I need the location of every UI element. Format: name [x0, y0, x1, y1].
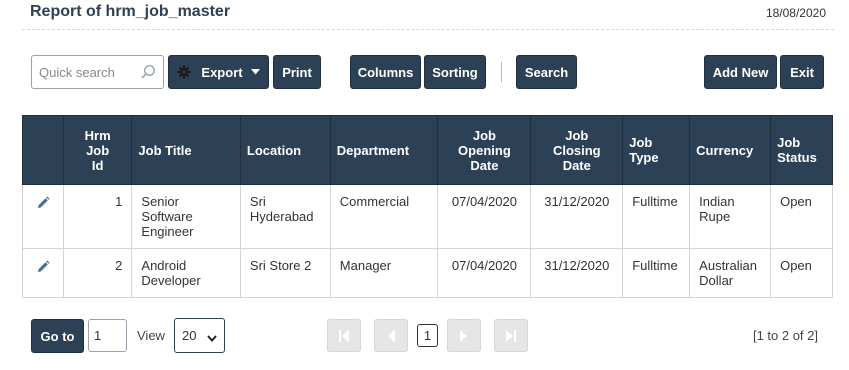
search-placeholder: Quick search	[39, 65, 115, 80]
export-button[interactable]: Export	[168, 55, 269, 89]
column-header-closing-date[interactable]: Job Closing Date	[530, 115, 624, 185]
report-header: Report of hrm_job_master 18/08/2020	[22, 0, 834, 30]
column-header-edit	[22, 115, 64, 185]
cell-location: Sri Hyderabad	[239, 184, 331, 249]
export-label: Export	[201, 64, 243, 80]
column-header-job-id[interactable]: Hrm Job Id	[62, 115, 133, 185]
page-title: Report of hrm_job_master	[30, 3, 231, 20]
cell-job-id: 1	[62, 184, 133, 249]
cell-currency: Indian Rupe	[689, 184, 772, 249]
search-icon[interactable]	[140, 64, 156, 85]
add-new-button[interactable]: Add New	[704, 55, 777, 89]
column-header-job-title[interactable]: Job Title	[131, 115, 241, 185]
caret-down-icon	[250, 69, 260, 75]
cell-job-type: Fulltime	[622, 248, 691, 298]
next-page-button[interactable]	[447, 319, 481, 352]
table-row: 2 Android Developer Sri Store 2 Manager 0…	[22, 248, 833, 298]
column-header-job-status[interactable]: Job Status	[770, 115, 833, 185]
search-button[interactable]: Search	[516, 55, 577, 89]
exit-button[interactable]: Exit	[780, 55, 824, 89]
previous-page-button[interactable]	[374, 319, 408, 352]
columns-button[interactable]: Columns	[350, 55, 421, 89]
print-button[interactable]: Print	[273, 55, 321, 89]
sorting-button[interactable]: Sorting	[424, 55, 486, 89]
cell-job-status: Open	[770, 184, 833, 249]
column-header-location[interactable]: Location	[239, 115, 331, 185]
column-header-currency[interactable]: Currency	[689, 115, 772, 185]
edit-cell	[22, 184, 64, 249]
goto-page-input[interactable]: 1	[88, 319, 127, 352]
first-page-icon	[338, 329, 350, 343]
cell-job-id: 2	[62, 248, 133, 298]
edit-cell	[22, 248, 64, 298]
chevron-down-icon	[207, 330, 217, 345]
current-page-indicator[interactable]: 1	[417, 324, 438, 347]
toolbar-divider	[501, 62, 502, 82]
pencil-icon[interactable]	[36, 196, 50, 213]
quick-search-input[interactable]: Quick search	[31, 55, 164, 89]
job-master-table: Hrm Job Id Job Title Location Department J…	[22, 115, 833, 298]
page-size-value: 20	[182, 328, 197, 343]
cell-opening-date: 07/04/2020	[437, 248, 532, 298]
last-page-icon	[505, 329, 517, 343]
pencil-icon[interactable]	[36, 260, 50, 277]
table-row: 1 Senior Software Engineer Sri Hyderabad Co…	[22, 184, 833, 249]
column-header-department[interactable]: Department	[329, 115, 439, 185]
record-range-text: [1 to 2 of 2]	[752, 328, 818, 343]
previous-page-icon	[386, 329, 396, 343]
goto-button[interactable]: Go to	[31, 319, 84, 353]
view-label: View	[137, 328, 165, 343]
first-page-button[interactable]	[327, 319, 361, 352]
report-date: 18/08/2020	[765, 6, 826, 20]
cell-currency: Australian Dollar	[689, 248, 772, 298]
page-size-select[interactable]: 20	[174, 318, 225, 353]
next-page-icon	[459, 329, 469, 343]
cell-job-status: Open	[770, 248, 833, 298]
column-header-opening-date[interactable]: Job Opening Date	[437, 115, 532, 185]
cell-closing-date: 31/12/2020	[530, 248, 624, 298]
cell-location: Sri Store 2	[239, 248, 331, 298]
cell-job-type: Fulltime	[622, 184, 691, 249]
table-header-row: Hrm Job Id Job Title Location Department J…	[22, 115, 833, 185]
cell-department: Manager	[329, 248, 439, 298]
gear-icon	[177, 65, 191, 79]
cell-opening-date: 07/04/2020	[437, 184, 532, 249]
cell-closing-date: 31/12/2020	[530, 184, 624, 249]
last-page-button[interactable]	[494, 319, 528, 352]
cell-department: Commercial	[329, 184, 439, 249]
cell-job-title: Senior Software Engineer	[131, 184, 241, 249]
cell-job-title: Android Developer	[131, 248, 241, 298]
column-header-job-type[interactable]: Job Type	[622, 115, 691, 185]
